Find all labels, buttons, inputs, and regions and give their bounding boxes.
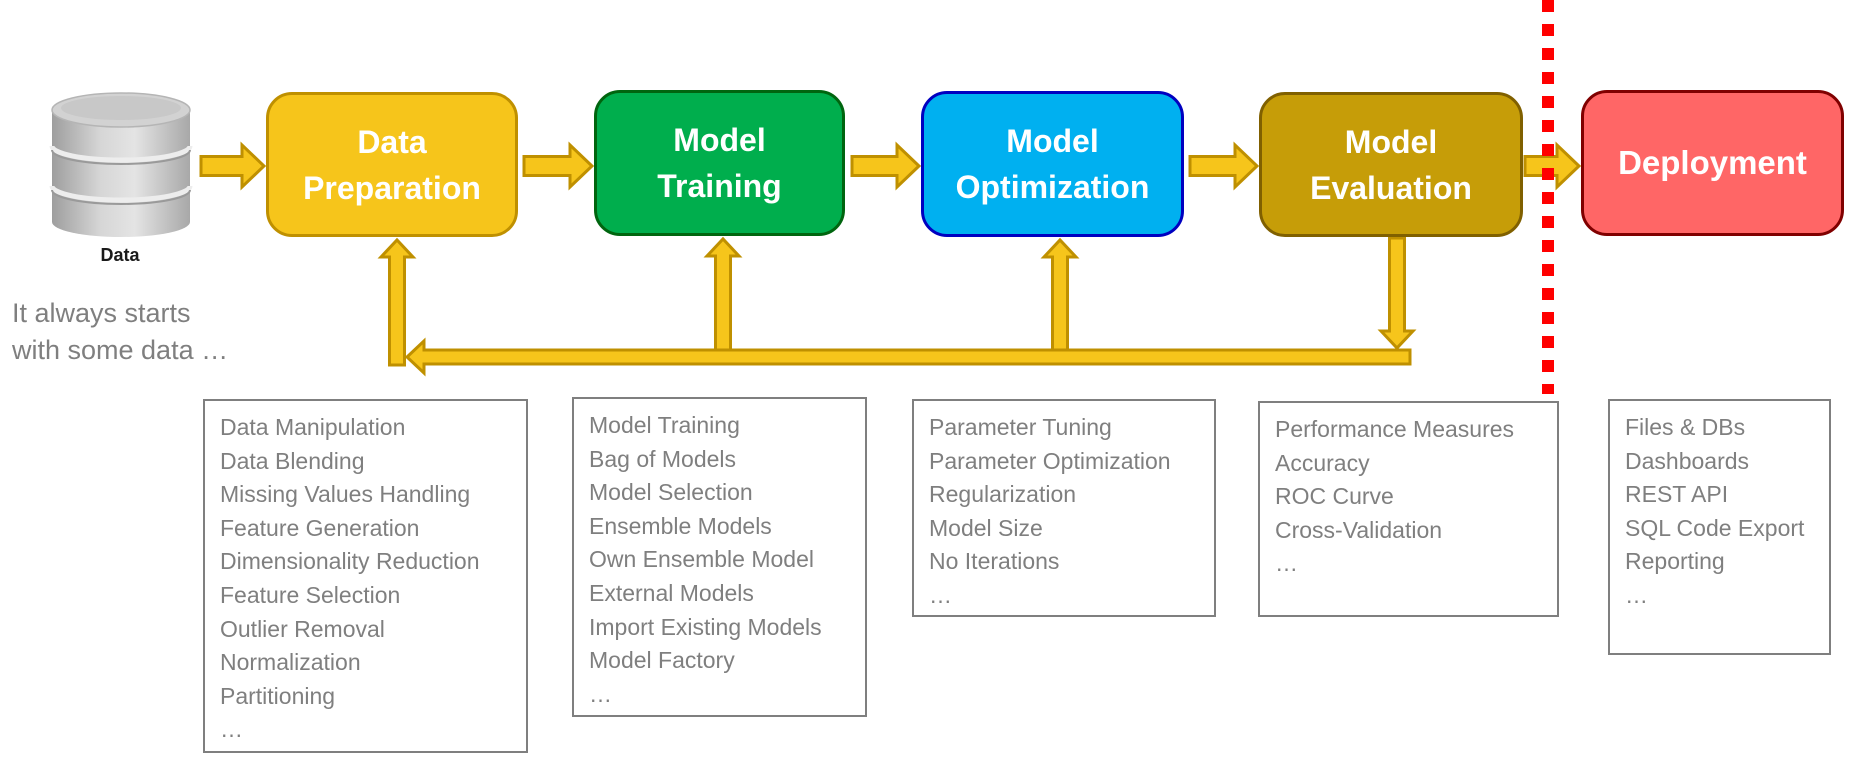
stage-title-line: Optimization: [955, 169, 1150, 205]
detail-item: External Models: [589, 579, 754, 606]
arrow-evaluation-down: [1377, 236, 1417, 351]
detail-item: Accuracy: [1275, 449, 1370, 476]
detail-item: Feature Selection: [220, 581, 401, 608]
stage-title-line: Deployment: [1618, 144, 1807, 181]
arrow-training-to-optimization: [850, 141, 922, 191]
detail-item: Outlier Removal: [220, 615, 385, 642]
detail-item: Parameter Optimization: [929, 447, 1171, 474]
arrow-loop-to-preparation: [377, 237, 417, 367]
detail-item: …: [220, 716, 243, 743]
detail-item: Performance Measures: [1275, 416, 1515, 442]
detail-item: Own Ensemble Model: [589, 546, 814, 573]
stage-model-optimization[interactable]: Model Optimization: [921, 91, 1184, 237]
detail-item: Files & DBs: [1625, 414, 1746, 440]
details-data-preparation: Data Manipulation Data Blending Missing Va…: [203, 399, 528, 753]
detail-item: Dashboards: [1625, 447, 1750, 474]
ml-workflow-diagram: Data Preparation Model Training Model Op…: [0, 0, 1854, 762]
details-model-training: Model Training Bag of Models Model Selecti…: [572, 397, 867, 717]
detail-item: …: [589, 680, 612, 707]
detail-item: Partitioning: [220, 682, 336, 709]
detail-item: Model Factory: [589, 647, 735, 674]
detail-item: Model Training: [589, 412, 740, 438]
detail-item: Data Manipulation: [220, 414, 406, 440]
data-source-label: Data: [100, 245, 140, 265]
detail-item: Parameter Tuning: [929, 414, 1112, 440]
detail-item: Reporting: [1625, 548, 1725, 575]
intro-caption: It always starts with some data …: [12, 295, 228, 369]
detail-item: No Iterations: [929, 548, 1060, 575]
stage-model-training[interactable]: Model Training: [594, 90, 845, 236]
intro-caption-line: with some data …: [12, 335, 229, 365]
detail-item: Bag of Models: [589, 445, 737, 472]
detail-item: Dimensionality Reduction: [220, 548, 480, 575]
detail-item: Model Size: [929, 514, 1043, 541]
arrow-optimization-to-evaluation: [1188, 141, 1260, 191]
detail-item: …: [1625, 581, 1648, 608]
detail-item: Regularization: [929, 481, 1077, 508]
stage-title-line: Model: [673, 122, 766, 158]
detail-item: …: [1275, 550, 1298, 577]
arrow-loop-to-training: [703, 236, 743, 352]
details-deployment: Files & DBs Dashboards REST API SQL Code Ex…: [1608, 399, 1831, 655]
detail-item: Cross-Validation: [1275, 516, 1443, 543]
stage-title-line: Evaluation: [1310, 169, 1472, 206]
detail-item: SQL Code Export: [1625, 514, 1805, 541]
detail-item: ROC Curve: [1275, 483, 1394, 510]
stage-data-preparation[interactable]: Data Preparation: [266, 92, 518, 237]
stage-title-line: Preparation: [303, 169, 481, 206]
stage-title-line: Model: [1006, 123, 1099, 159]
detail-item: Model Selection: [589, 479, 753, 506]
detail-item: Normalization: [220, 649, 361, 676]
detail-item: Ensemble Models: [589, 512, 772, 539]
detail-item: …: [929, 581, 952, 608]
detail-item: Missing Values Handling: [220, 481, 471, 508]
stage-title-line: Model: [1344, 123, 1438, 160]
detail-item: Import Existing Models: [589, 613, 822, 640]
details-model-evaluation: Performance Measures Accuracy ROC Curve Cro…: [1258, 401, 1559, 617]
detail-item: REST API: [1625, 481, 1729, 508]
database-icon: [49, 92, 193, 237]
stage-title-line: Training: [657, 168, 782, 204]
feedback-loop-arrow: [404, 337, 1412, 377]
intro-caption-line: It always starts: [12, 298, 191, 328]
details-model-optimization: Parameter Tuning Parameter Optimization Re…: [912, 399, 1216, 617]
arrow-data-to-preparation: [199, 141, 267, 191]
stage-title-line: Data: [357, 123, 427, 160]
detail-item: Data Blending: [220, 447, 365, 474]
stage-model-evaluation[interactable]: Model Evaluation: [1259, 92, 1523, 237]
stage-deployment[interactable]: Deployment: [1581, 90, 1844, 236]
detail-item: Feature Generation: [220, 514, 420, 541]
arrow-preparation-to-training: [522, 141, 595, 191]
arrow-loop-to-optimization: [1040, 237, 1080, 352]
